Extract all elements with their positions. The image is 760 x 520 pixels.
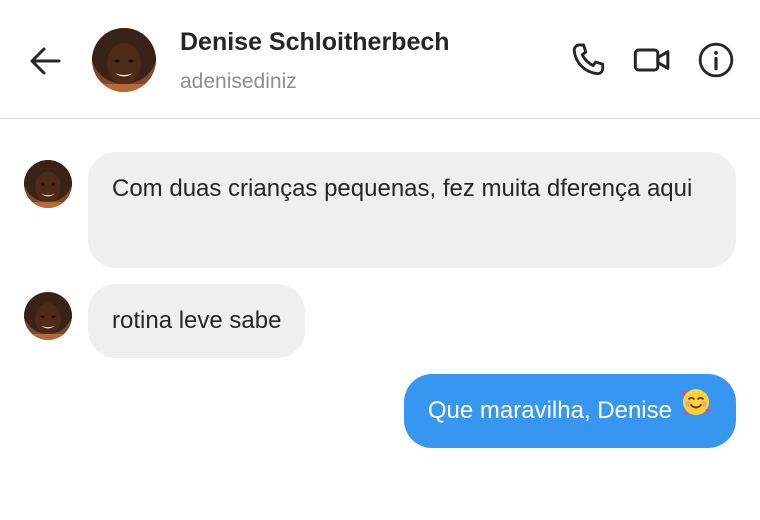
avatar-photo — [92, 28, 156, 92]
sender-avatar[interactable] — [24, 160, 72, 208]
info-button[interactable] — [696, 40, 736, 80]
message-bubble-outgoing[interactable]: Que maravilha, Denise — [403, 374, 736, 448]
info-icon — [698, 42, 734, 78]
phone-icon — [572, 43, 605, 76]
message-bubble-incoming[interactable]: rotina leve sabe — [88, 284, 306, 358]
chat-header: Denise Schloitherbech adenisediniz — [0, 0, 760, 119]
contact-avatar[interactable] — [92, 28, 156, 92]
video-camera-icon — [633, 48, 670, 72]
smiling-face-with-hearts-icon — [680, 386, 712, 432]
back-arrow-icon — [30, 47, 61, 75]
call-button[interactable] — [568, 40, 608, 80]
message-text: rotina leve sabe — [112, 307, 282, 334]
message-text: Com duas crianças pequenas, fez muita df… — [112, 175, 693, 202]
back-button[interactable] — [26, 42, 64, 80]
sender-avatar[interactable] — [24, 292, 72, 340]
contact-handle: adenisediniz — [180, 70, 297, 93]
avatar-photo — [24, 160, 72, 208]
message-bubble-incoming[interactable]: Com duas crianças pequenas, fez muita df… — [88, 152, 736, 268]
message-text: Que maravilha, Denise — [427, 397, 672, 424]
avatar-photo — [24, 292, 72, 340]
video-call-button[interactable] — [632, 40, 672, 80]
contact-name[interactable]: Denise Schloitherbech — [180, 28, 450, 57]
